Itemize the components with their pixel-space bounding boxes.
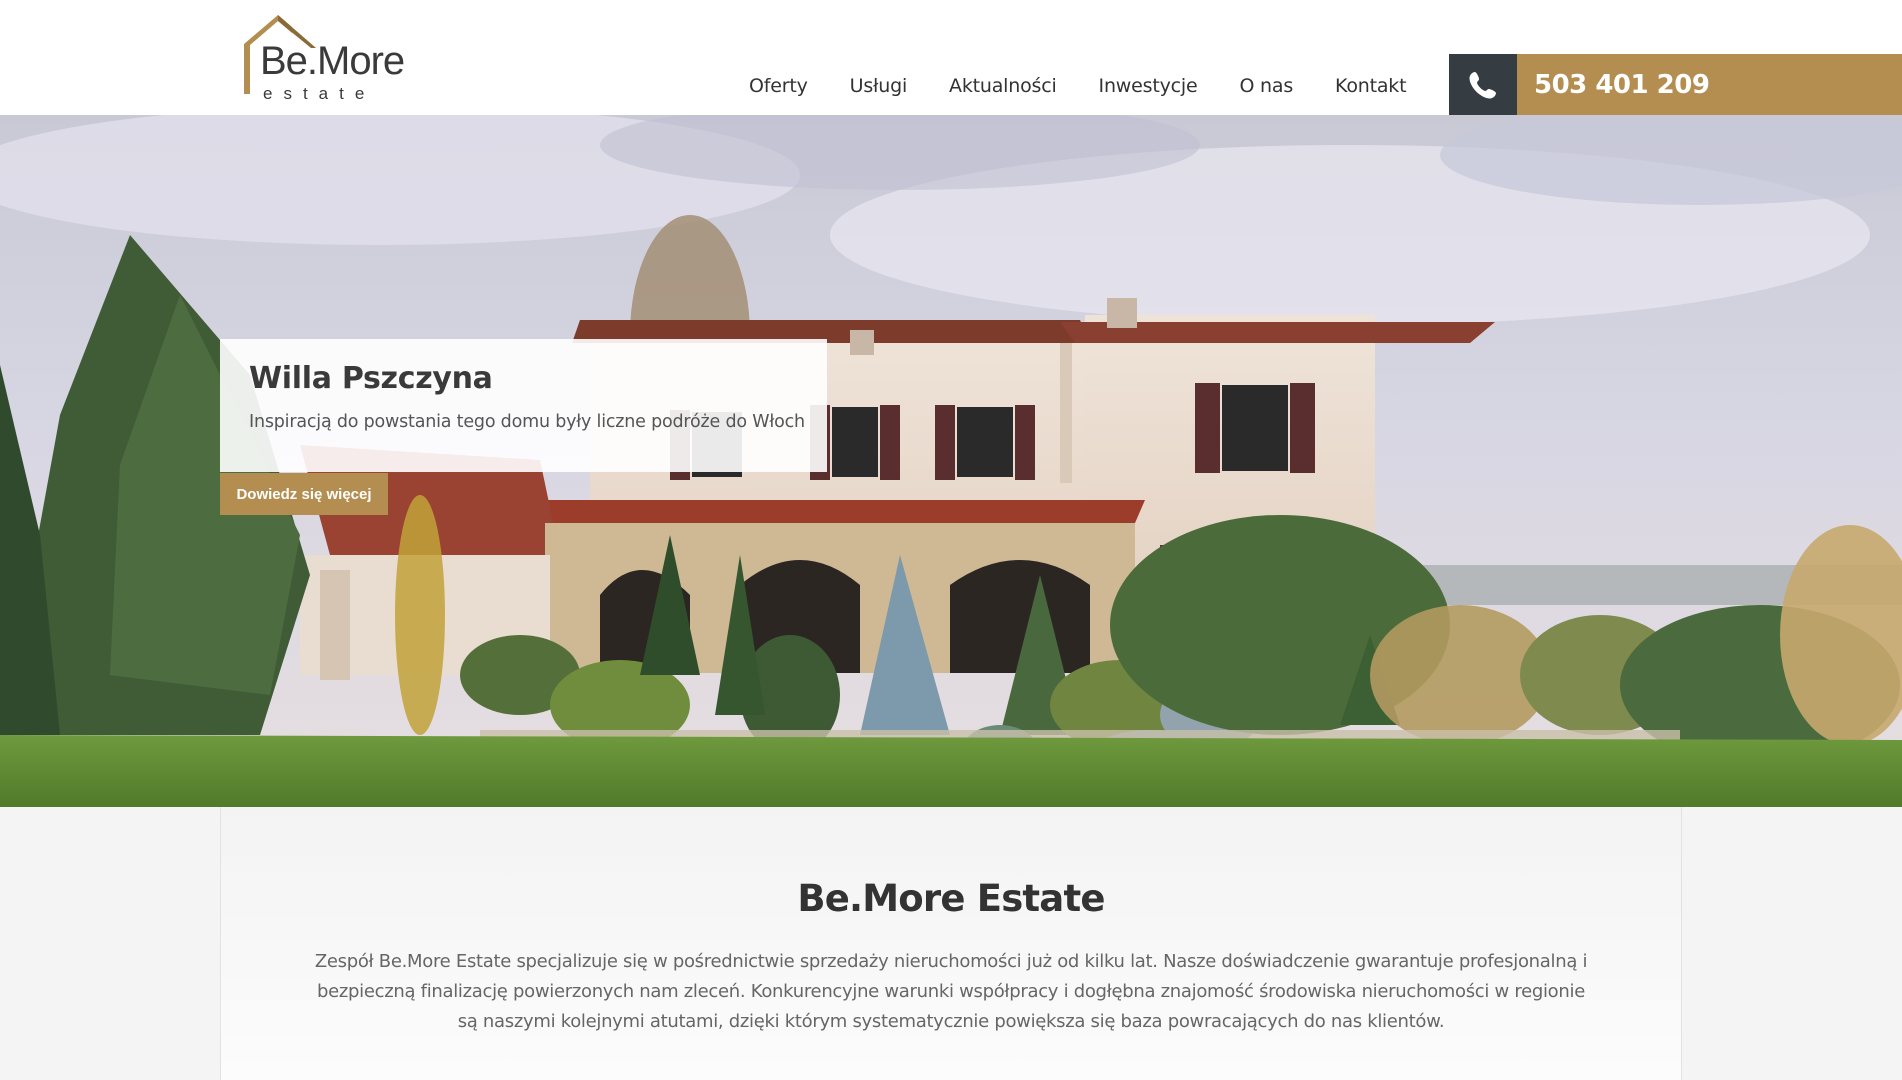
logo-house-icon: Be.More estate bbox=[244, 15, 404, 103]
about-title: Be.More Estate bbox=[797, 877, 1105, 920]
nav-oferty[interactable]: Oferty bbox=[749, 75, 808, 97]
phone-contact[interactable]: 503 401 209 bbox=[1449, 54, 1902, 115]
site-logo[interactable]: Be.More estate bbox=[244, 14, 404, 104]
phone-number[interactable]: 503 401 209 bbox=[1517, 54, 1902, 115]
phone-icon bbox=[1449, 54, 1517, 115]
hero-subtitle: Inspiracją do powstania tego domu były l… bbox=[249, 412, 805, 432]
hero-title: Willa Pszczyna bbox=[249, 361, 493, 396]
svg-text:estate: estate bbox=[263, 84, 375, 103]
nav-uslugi[interactable]: Usługi bbox=[850, 75, 908, 97]
hero-banner: Willa Pszczyna Inspiracją do powstania t… bbox=[0, 115, 1902, 807]
svg-text:Be.More: Be.More bbox=[260, 39, 404, 83]
nav-aktualnosci[interactable]: Aktualności bbox=[949, 75, 1057, 97]
nav-o-nas[interactable]: O nas bbox=[1239, 75, 1293, 97]
about-section: Be.More Estate Zespół Be.More Estate spe… bbox=[220, 807, 1682, 1080]
learn-more-button[interactable]: Dowiedz się więcej bbox=[220, 473, 388, 515]
site-header: Be.More estate Oferty Usługi Aktualności… bbox=[0, 0, 1902, 115]
hero-caption: Willa Pszczyna Inspiracją do powstania t… bbox=[220, 339, 827, 472]
about-text: Zespół Be.More Estate specjalizuje się w… bbox=[314, 951, 1588, 1032]
nav-kontakt[interactable]: Kontakt bbox=[1335, 75, 1407, 97]
nav-inwestycje[interactable]: Inwestycje bbox=[1099, 75, 1198, 97]
